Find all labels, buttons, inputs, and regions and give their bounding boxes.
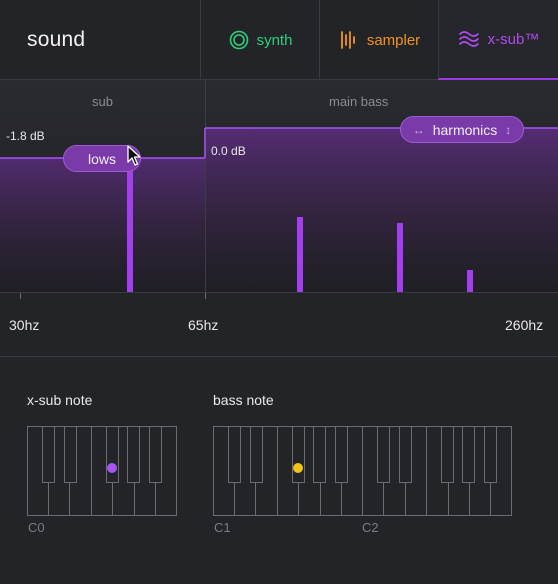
x-sub-note-title: x-sub note [27,392,93,408]
tab-x-sub-label: x-sub™ [487,30,540,48]
bass-keys [213,426,512,516]
label-260hz: 260hz [505,317,544,333]
vertical-arrows-icon: ↕ [505,122,512,137]
x-sub-note-marker [107,463,117,473]
label-30hz: 30hz [9,317,40,333]
tick-65hz [205,293,206,299]
harmonics-label: harmonics [432,121,498,138]
tab-synth[interactable]: synth [200,0,320,80]
sub-level-value: -1.8 dB [6,129,45,143]
sub-bar [127,162,133,293]
wave-icon [458,29,480,49]
sub-region-fill [0,158,205,293]
frequency-axis: 30hz 65hz 260hz [0,293,558,357]
x-sub-keyboard[interactable] [27,426,177,516]
sampler-icon [339,30,359,50]
tab-synth-label: synth [256,31,293,49]
sub-section-label: sub [92,94,113,109]
tick-30hz [20,293,21,299]
bass-note-title: bass note [213,392,274,408]
bass-note-marker [293,463,303,473]
synth-icon [229,30,249,50]
bass-keyboard[interactable] [213,426,512,516]
mouse-pointer-icon [127,145,143,172]
octave-c2-label: C2 [362,520,379,535]
octave-c0-label: C0 [28,520,45,535]
tab-sampler[interactable]: sampler [319,0,439,80]
lows-label: lows [87,150,116,167]
main-bass-section-label: main bass [329,94,389,109]
harmonic-bar-3 [467,270,473,293]
header-bar: sound synth sampler x-sub™ [0,0,558,80]
page-title: sound [27,28,86,51]
notes-panel: x-sub note bass note C0 C1 C2 [0,358,558,584]
spectrum-graph: sub main bass -1.8 dB 0.0 dB lows ↔ harm… [0,80,558,293]
label-65hz: 65hz [188,317,219,333]
horizontal-arrows-icon: ↔ [412,122,425,137]
harmonics-handle[interactable]: ↔ harmonics ↕ [400,116,524,143]
tab-x-sub[interactable]: x-sub™ [438,0,558,80]
x-sub-keys [27,426,177,516]
spectrum-svg [0,80,558,293]
octave-c1-label: C1 [214,520,231,535]
main-region-fill [206,128,558,293]
main-level-value: 0.0 dB [211,144,246,158]
harmonic-bar-1 [297,217,303,293]
tab-sampler-label: sampler [366,31,421,49]
harmonic-bar-2 [397,223,403,293]
